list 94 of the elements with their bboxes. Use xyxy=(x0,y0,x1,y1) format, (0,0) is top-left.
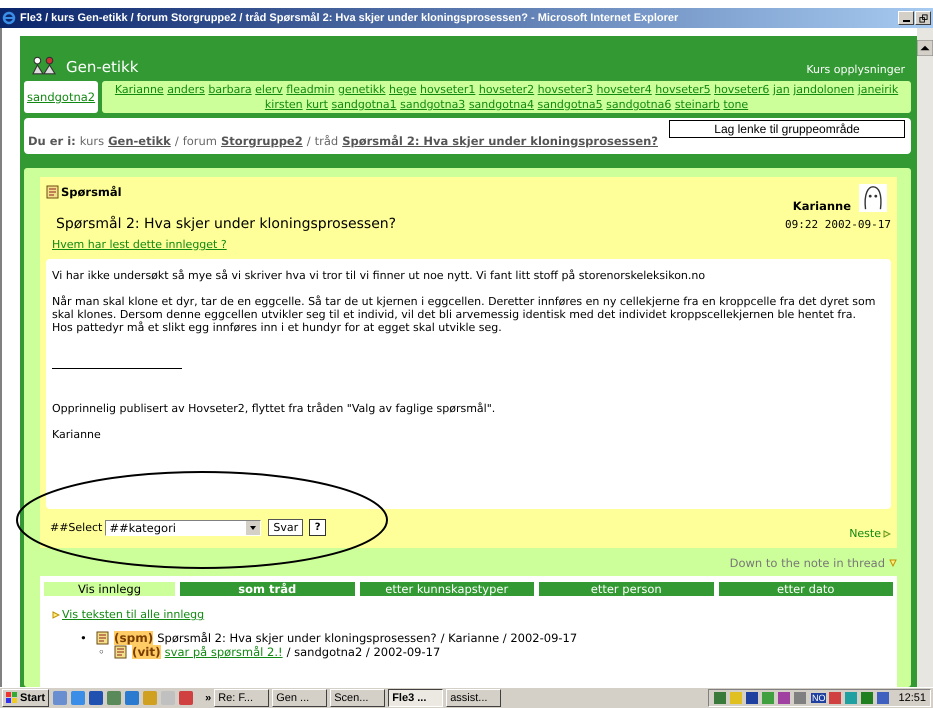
scrollbar[interactable] xyxy=(917,28,933,687)
minimize-button[interactable] xyxy=(898,11,914,25)
view-tab[interactable]: som tråd xyxy=(180,582,354,596)
breadcrumb-link[interactable]: Spørsmål 2: Hva skjer under kloningsprosessen? xyxy=(342,134,658,148)
view-tab[interactable]: etter dato xyxy=(718,582,893,596)
breadcrumb-link[interactable]: Gen-etikk xyxy=(108,134,171,148)
member-link[interactable]: hovseter3 xyxy=(538,83,593,96)
thread-post-link[interactable]: svar på spørsmål 2.! xyxy=(164,645,283,659)
taskbar-task-button[interactable]: Re: F... xyxy=(214,689,270,707)
note-icon xyxy=(114,645,128,659)
member-link[interactable]: barbara xyxy=(208,83,252,96)
thread-post-meta: / Karianne / 2002-09-17 xyxy=(440,631,578,645)
windows-flag-icon xyxy=(6,692,18,704)
member-link[interactable]: sandgotna5 xyxy=(537,98,603,111)
taskbar-task-button[interactable]: assist... xyxy=(446,689,502,707)
member-link[interactable]: sandgotna6 xyxy=(606,98,672,111)
thread-post-meta: / sandgotna2 / 2002-09-17 xyxy=(286,645,440,659)
note-icon xyxy=(96,631,110,645)
member-link[interactable]: Karianne xyxy=(114,83,164,96)
current-user-link[interactable]: sandgotna2 xyxy=(24,81,98,113)
post-time: 09:22 2002-09-17 xyxy=(785,218,891,230)
breadcrumb-link[interactable]: Storgruppe2 xyxy=(221,134,303,148)
avatar-icon xyxy=(859,183,887,213)
language-indicator: NO xyxy=(810,693,826,703)
member-link[interactable]: hovseter1 xyxy=(420,83,476,96)
member-link[interactable]: jandolonen xyxy=(793,83,854,96)
help-button[interactable]: ? xyxy=(309,519,326,536)
note-type-tag: (spm) xyxy=(114,631,154,645)
down-triangle-icon xyxy=(889,559,897,567)
right-triangle-icon xyxy=(52,610,60,618)
taskbar-task-button[interactable]: Gen ... xyxy=(272,689,328,707)
post-author: Karianne xyxy=(792,199,851,213)
member-link[interactable]: tone xyxy=(723,98,748,111)
post-text: Hos pattedyr må et slikt egg innføres inn i et hundyr for at egget skal utvikle seg. xyxy=(52,321,503,334)
read-by-link[interactable]: Hvem har lest dette innlegget ? xyxy=(52,238,227,251)
breadcrumb-prefix: tråd xyxy=(314,134,338,148)
note-icon xyxy=(46,185,60,199)
post-title: Spørsmål 2: Hva skjer under kloningsprosessen? xyxy=(56,216,396,232)
clock: 12:51 xyxy=(898,692,926,704)
member-link[interactable]: steinarb xyxy=(674,98,720,111)
category-select[interactable]: ##kategori xyxy=(105,520,262,536)
window-title: Fle3 / kurs Gen-etikk / forum Storgruppe2 / tråd Spørsmål 2: Hva skjer under kloningsprosessen? - Microsoft Internet Explorer xyxy=(20,12,680,24)
member-link[interactable]: anders xyxy=(167,83,205,96)
course-info-link[interactable]: Kurs opplysninger xyxy=(806,63,905,76)
taskbar-task-button[interactable]: Fle3 ... xyxy=(388,689,444,707)
view-tab[interactable]: etter kunnskapstyper xyxy=(360,582,534,596)
member-link[interactable]: sandgotna1 xyxy=(331,98,397,111)
breadcrumb-separator: / xyxy=(174,134,179,148)
post-text: Vi har ikke undersøkt så mye så vi skriver hva vi tror til vi finner ut noe nytt. Vi fant litt stoff på storenorskeleksikon.no xyxy=(52,269,706,282)
browser-logo-icon xyxy=(2,11,16,25)
list-bullet: ◦ xyxy=(98,645,106,659)
breadcrumb-separator: / xyxy=(306,134,311,148)
post-footer-text: Karianne xyxy=(52,428,102,441)
reply-button[interactable]: Svar xyxy=(268,519,304,536)
restore-button[interactable] xyxy=(915,11,931,25)
minimize-icon xyxy=(902,20,910,22)
more-icons-chevron[interactable]: » xyxy=(205,692,212,704)
member-link[interactable]: fleadmin xyxy=(286,83,334,96)
member-link[interactable]: elerv xyxy=(255,83,283,96)
start-button[interactable]: Start xyxy=(2,689,50,707)
member-link[interactable]: jan xyxy=(772,83,790,96)
member-link[interactable]: sandgotna4 xyxy=(468,98,534,111)
view-tab[interactable]: etter person xyxy=(539,582,714,596)
member-link[interactable]: hege xyxy=(389,83,417,96)
member-link[interactable]: hovseter5 xyxy=(655,83,711,96)
member-link[interactable]: hovseter4 xyxy=(596,83,652,96)
restore-icon xyxy=(918,14,928,22)
people-logo-icon xyxy=(30,54,58,76)
breadcrumb-prefix: forum xyxy=(182,134,218,148)
note-type-tag: (vit) xyxy=(132,645,161,659)
show-all-link[interactable]: Vis teksten til alle innlegg xyxy=(52,608,204,621)
post-footer-text: Opprinnelig publisert av Hovseter2, flyttet fra tråden "Valg av faglige spørsmål". xyxy=(52,402,496,415)
breadcrumb-label: Du er i: xyxy=(28,134,76,148)
next-link[interactable]: Neste xyxy=(849,527,891,540)
down-to-note-link[interactable]: Down to the note in thread xyxy=(730,556,897,570)
post-text: Når man skal klone et dyr, tar de en eggcelle. Så tar de ut kjernen i eggcellen. Deretter innføres en ny cellekjerne fra en kroppcelle fra det dyret som skal klones. Dersom denne eggcellen utvikler seg til et individ, vil det bli arvemessig identisk med det individet kroppscellekjernen ble hentet fra. xyxy=(52,295,876,321)
create-link-button[interactable]: Lag lenke til gruppeområde xyxy=(669,120,905,138)
post-type: Spørsmål xyxy=(61,185,122,199)
scroll-up-icon xyxy=(917,40,933,56)
member-link[interactable]: hovseter6 xyxy=(714,83,770,96)
member-link[interactable]: kurt xyxy=(306,98,328,111)
member-link[interactable]: janeirik xyxy=(858,83,898,96)
thread-post-title: Spørsmål 2: Hva skjer under kloningsprosessen? xyxy=(157,631,437,645)
member-link[interactable]: sandgotna3 xyxy=(400,98,466,111)
breadcrumb-prefix: kurs xyxy=(80,134,104,148)
member-link[interactable]: kirsten xyxy=(264,98,303,111)
select-label: ##Select xyxy=(50,521,102,534)
taskbar-task-button[interactable]: Scen... xyxy=(330,689,386,707)
member-link[interactable]: hovseter2 xyxy=(478,83,534,96)
view-label: Vis innlegg xyxy=(44,582,175,596)
right-triangle-icon xyxy=(883,530,891,538)
list-bullet: • xyxy=(80,631,88,645)
course-title: Gen-etikk xyxy=(66,58,140,76)
member-link[interactable]: genetikk xyxy=(338,83,386,96)
